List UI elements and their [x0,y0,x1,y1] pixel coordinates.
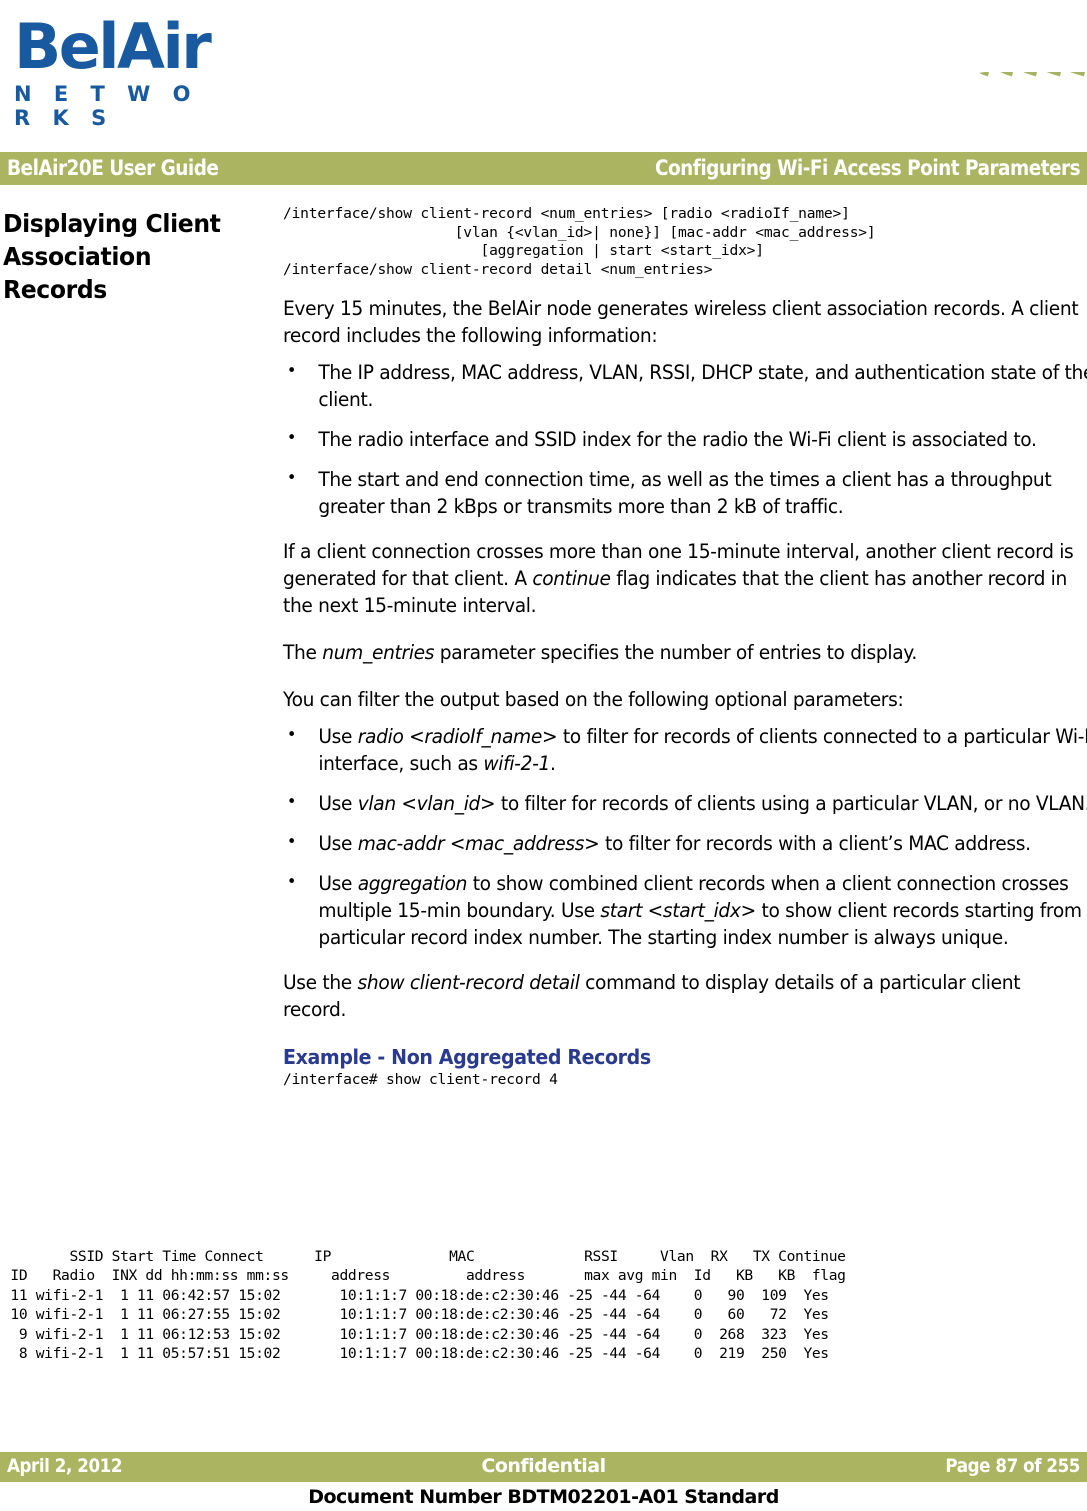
footer-document-number: Document Number BDTM02201-A01 Standard [308,1486,779,1508]
bullet-keyword: start <start_idx> [600,899,756,923]
list-item: Use mac-addr <mac_address> to filter for… [283,829,1087,857]
bullet-text: Use [318,792,358,816]
detail-command-paragraph: Use the show client-record detail comman… [283,969,1081,1023]
list-item: Use radio <radioIf_name> to filter for r… [283,722,1087,777]
list-item: The radio interface and SSID index for t… [283,425,1087,453]
section-heading: Displaying Client Association Records [3,209,221,304]
main-content-column: /interface/show client-record <num_entri… [283,205,1087,1090]
list-item: The IP address, MAC address, VLAN, RSSI,… [283,358,1087,413]
bullet-keyword: mac-addr <mac_address> [357,832,600,856]
bullet-text: to filter for records with a client’s MA… [599,832,1031,856]
detail-command-keyword: show client-record detail [357,971,580,995]
page-footer-bar: April 2, 2012 Confidential Page 87 of 25… [0,1452,1087,1482]
belair-networks-logo: BelAir N E T W O R K S [14,10,224,131]
bullet-keyword: radio <radioIf_name> [357,725,558,749]
bullet-keyword: wifi-2-1 [483,752,550,776]
optional-parameters-list: Use radio <radioIf_name> to filter for r… [283,722,1087,951]
continue-keyword: continue [532,567,611,591]
radio-waves-decoration-icon [949,0,1087,150]
bullet-text: . [549,752,556,776]
num-entries-text-1: The [283,641,323,665]
command-syntax-block: /interface/show client-record <num_entri… [283,205,876,278]
num-entries-paragraph: The num_entries parameter specifies the … [283,639,1081,666]
logo-subtitle: N E T W O R K S [14,82,199,130]
bullet-text: to filter for records of clients using a… [495,792,1087,816]
detail-text-1: Use the [283,971,358,995]
num-entries-text-2: parameter specifies the number of entrie… [434,641,917,665]
header-chapter-title: Configuring Wi-Fi Access Point Parameter… [654,156,1081,180]
list-item: Use vlan <vlan_id> to filter for records… [283,789,1087,817]
page-header-bar: BelAir20E User Guide Configuring Wi-Fi A… [0,152,1087,185]
bullet-keyword: vlan <vlan_id> [357,792,496,816]
masthead: BelAir N E T W O R K S [0,0,1087,152]
footer-page-number: Page 87 of 255 [945,1455,1080,1477]
continue-flag-paragraph: If a client connection crosses more than… [283,538,1081,619]
footer-classification: Confidential [481,1455,606,1477]
intro-paragraph: Every 15 minutes, the BelAir node genera… [283,297,1079,348]
filter-intro-paragraph: You can filter the output based on the f… [283,688,904,712]
bullet-keyword: aggregation [357,872,468,896]
header-guide-title: BelAir20E User Guide [7,156,219,180]
client-record-output-table: SSID Start Time Connect IP MAC RSSI Vlan… [10,1248,846,1363]
list-item: Use aggregation to show combined client … [283,869,1087,951]
num-entries-keyword: num_entries [322,641,435,665]
bullet-text: Use [318,832,358,856]
list-item: The start and end connection time, as we… [283,465,1087,520]
bullet-text: Use [318,725,358,749]
example-heading: Example - Non Aggregated Records [283,1045,651,1070]
bullet-text: Use [318,872,358,896]
example-command: /interface# show client-record 4 [283,1071,558,1089]
logo-wordmark: BelAir [14,10,212,83]
client-record-info-list: The IP address, MAC address, VLAN, RSSI,… [283,358,1087,520]
